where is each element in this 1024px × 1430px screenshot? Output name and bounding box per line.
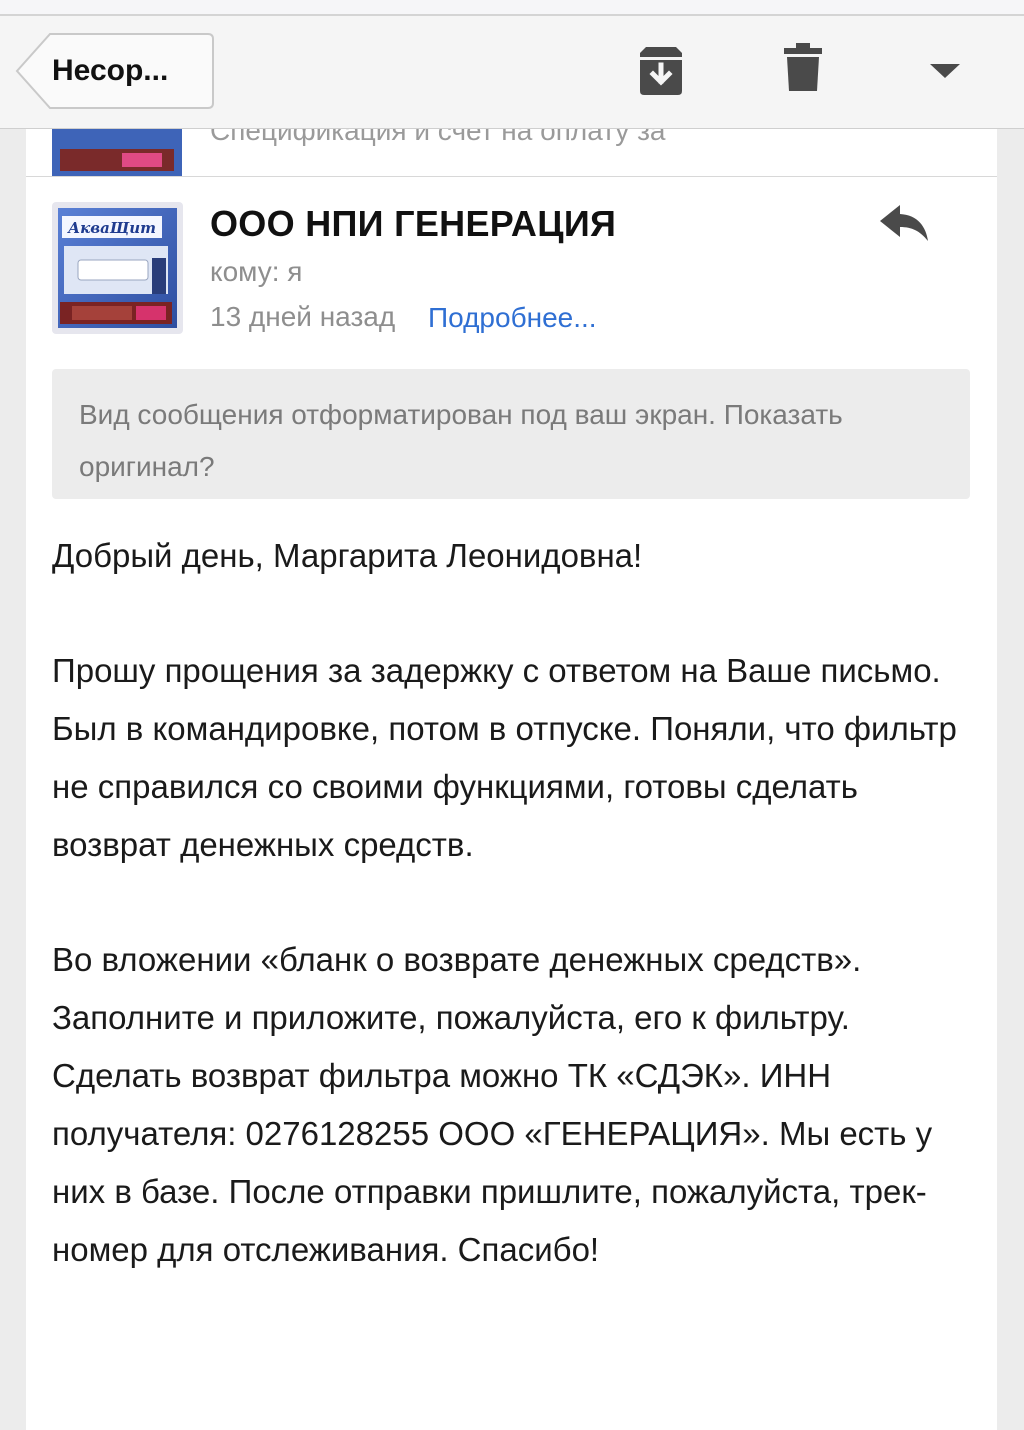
previous-avatar <box>52 129 182 176</box>
details-link[interactable]: Подробнее... <box>428 302 597 334</box>
status-bar <box>0 0 1024 16</box>
format-notice-text: Вид сообщения отформатирован под ваш экр… <box>79 399 843 482</box>
archive-icon[interactable] <box>636 45 686 102</box>
message-body: Добрый день, Маргарита Леонидовна! Прошу… <box>52 527 970 1336</box>
sender-name: ООО НПИ ГЕНЕРАЦИЯ <box>210 203 617 244</box>
toolbar: Несор... <box>0 16 1024 129</box>
body-paragraph: Добрый день, Маргарита Леонидовна! <box>52 537 643 574</box>
previous-message-row[interactable]: Спецификация и счет на оплату за <box>26 129 997 177</box>
avatar-brand-text: АкваЩит <box>67 219 156 237</box>
recipient-line: кому: я <box>210 256 303 287</box>
body-paragraph: Прошу прощения за задержку с ответом на … <box>52 652 957 863</box>
sender-avatar: АкваЩит <box>52 202 183 339</box>
back-label: Несор... <box>52 54 169 87</box>
previous-subject: Спецификация и счет на оплату за <box>210 129 666 146</box>
message-view: Спецификация и счет на оплату за АкваЩит… <box>26 129 997 1430</box>
body-paragraph: Во вложении «бланк о возврате денежных с… <box>52 941 933 1268</box>
reply-icon[interactable] <box>878 201 930 250</box>
format-notice[interactable]: Вид сообщения отформатирован под ваш экр… <box>52 369 970 499</box>
message-date: 13 дней назад <box>210 301 396 332</box>
trash-icon[interactable] <box>784 43 822 98</box>
chevron-down-icon[interactable] <box>930 64 960 83</box>
